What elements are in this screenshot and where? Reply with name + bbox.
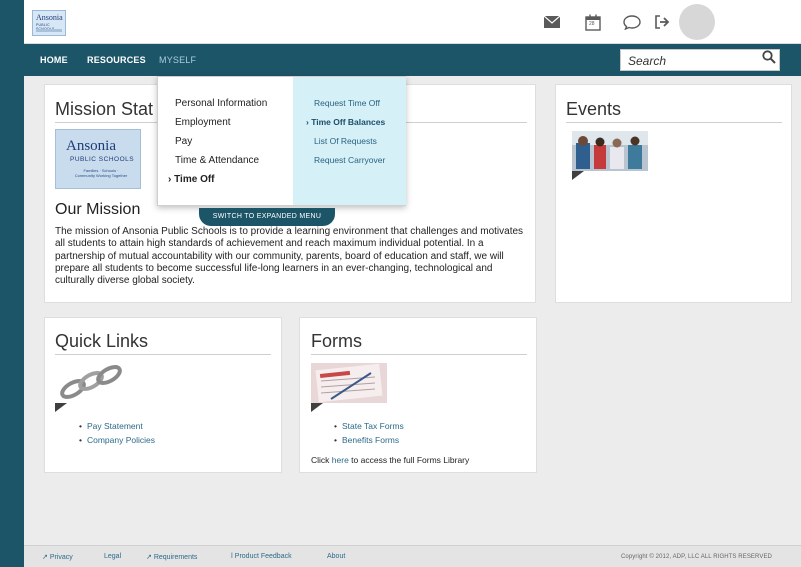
note-prefix: Click bbox=[311, 455, 332, 465]
mission-text: The mission of Ansonia Public Schools is… bbox=[55, 226, 524, 287]
submenu-request-time-off[interactable]: Request Time Off bbox=[314, 98, 380, 108]
submenu-time-off-balances-label: Time Off Balances bbox=[311, 117, 386, 127]
forms-library-link[interactable]: here bbox=[332, 455, 349, 465]
logo-name: Ansonia bbox=[66, 138, 116, 154]
mission-title: Mission Stat bbox=[55, 99, 154, 119]
calendar-day: 28 bbox=[589, 21, 595, 27]
events-card: Events bbox=[555, 84, 792, 303]
link-benefits-forms[interactable]: Benefits Forms bbox=[334, 435, 404, 445]
logout-icon[interactable] bbox=[652, 12, 672, 32]
logo-tagline: Families · Schools · Community Working T… bbox=[74, 168, 128, 178]
main-nav: HOME RESOURCES MYSELF Search bbox=[24, 44, 801, 76]
quick-links-title: Quick Links bbox=[55, 331, 149, 351]
nav-home[interactable]: HOME bbox=[40, 55, 68, 65]
external-link-icon: ↗ bbox=[146, 554, 152, 561]
menu-time-off[interactable]: › Time Off bbox=[168, 174, 215, 185]
divider bbox=[566, 122, 782, 123]
submenu-request-carryover[interactable]: Request Carryover bbox=[314, 155, 385, 165]
quick-links-card: Quick Links Pay Statement Company Polici… bbox=[44, 317, 282, 473]
footer-privacy[interactable]: ↗ Privacy bbox=[42, 553, 73, 561]
footer-privacy-label: Privacy bbox=[49, 554, 73, 561]
submenu-list-of-requests[interactable]: List Of Requests bbox=[314, 136, 377, 146]
image-tail bbox=[572, 171, 584, 180]
menu-time-off-label: Time Off bbox=[174, 174, 215, 185]
info-icon: ǀ bbox=[231, 553, 233, 560]
footer-about[interactable]: About bbox=[327, 553, 345, 560]
forms-image bbox=[311, 363, 387, 406]
divider bbox=[311, 354, 527, 355]
calendar-icon[interactable]: 28 bbox=[583, 12, 603, 32]
footer-requirements-label: Requirements bbox=[153, 554, 198, 561]
footer-feedback-label: Product Feedback bbox=[234, 553, 292, 560]
divider bbox=[55, 354, 271, 355]
left-rail bbox=[0, 0, 24, 567]
logo-band bbox=[36, 29, 62, 32]
mail-icon[interactable] bbox=[542, 12, 562, 32]
quick-links-list: Pay Statement Company Policies bbox=[79, 421, 155, 449]
menu-pay[interactable]: Pay bbox=[175, 136, 192, 147]
mission-subtitle: Our Mission bbox=[55, 201, 141, 218]
footer-product-feedback[interactable]: ǀ Product Feedback bbox=[231, 553, 292, 560]
menu-employment[interactable]: Employment bbox=[175, 117, 231, 128]
logo-text: Ansonia bbox=[36, 13, 63, 22]
forms-title: Forms bbox=[311, 331, 362, 351]
external-link-icon: ↗ bbox=[42, 554, 48, 561]
submenu-time-off-balances[interactable]: › Time Off Balances bbox=[306, 117, 385, 127]
chevron-right-icon: › bbox=[168, 174, 172, 185]
switch-expanded-menu-button[interactable]: SWITCH TO EXPANDED MENU bbox=[199, 208, 335, 226]
copyright: Copyright © 2012, ADP, LLC ALL RIGHTS RE… bbox=[621, 554, 772, 560]
logo-subname: PUBLIC SCHOOLS bbox=[70, 156, 135, 163]
user-avatar[interactable] bbox=[679, 4, 715, 40]
forms-library-note: Click here to access the full Forms Libr… bbox=[311, 455, 469, 465]
top-header: Ansonia PUBLIC SCHOOLS 28 bbox=[24, 0, 801, 44]
nav-myself[interactable]: MYSELF bbox=[159, 55, 196, 65]
forms-list: State Tax Forms Benefits Forms bbox=[334, 421, 404, 449]
footer-legal[interactable]: Legal bbox=[104, 553, 121, 560]
events-title: Events bbox=[566, 99, 622, 119]
events-image[interactable] bbox=[572, 131, 648, 174]
search-icon[interactable] bbox=[762, 50, 776, 67]
forms-card: Forms State Tax Forms Benefits Forms Cli… bbox=[299, 317, 537, 473]
page-footer: ↗ Privacy Legal ↗ Requirements ǀ Product… bbox=[24, 545, 801, 567]
nav-resources[interactable]: RESOURCES bbox=[87, 55, 146, 65]
link-state-tax-forms[interactable]: State Tax Forms bbox=[334, 421, 404, 431]
search-placeholder: Search bbox=[628, 54, 667, 68]
chain-link-image bbox=[55, 363, 131, 406]
myself-dropdown-menu: Personal Information Employment Pay Time… bbox=[157, 76, 406, 206]
link-company-policies[interactable]: Company Policies bbox=[79, 435, 155, 445]
menu-time-attendance[interactable]: Time & Attendance bbox=[175, 155, 259, 166]
ansonia-logo: Ansonia PUBLIC SCHOOLS Families · School… bbox=[55, 129, 141, 189]
footer-requirements[interactable]: ↗ Requirements bbox=[146, 553, 197, 561]
note-suffix: to access the full Forms Library bbox=[348, 455, 470, 465]
school-logo[interactable]: Ansonia PUBLIC SCHOOLS bbox=[32, 10, 66, 36]
menu-personal-information[interactable]: Personal Information bbox=[175, 98, 267, 109]
image-tail bbox=[311, 403, 323, 412]
image-tail bbox=[55, 403, 67, 412]
link-pay-statement[interactable]: Pay Statement bbox=[79, 421, 155, 431]
search-input[interactable]: Search bbox=[620, 49, 780, 71]
chat-icon[interactable] bbox=[622, 12, 642, 32]
chevron-right-icon: › bbox=[306, 117, 309, 127]
